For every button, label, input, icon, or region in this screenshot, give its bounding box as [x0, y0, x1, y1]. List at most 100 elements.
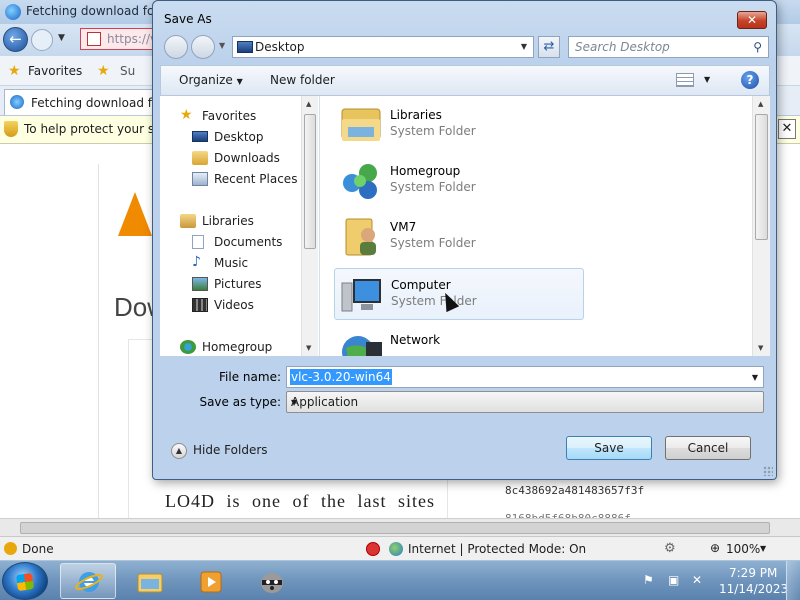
save-as-dialog: Save As ✕ ▼ Desktop ▼ ⇄ Search Desktop ⚲…: [152, 0, 777, 480]
chevron-up-icon: ▲: [171, 443, 187, 459]
file-item-homegroup[interactable]: Homegroup System Folder: [334, 155, 584, 207]
volume-muted-icon[interactable]: ✕: [692, 573, 706, 587]
breadcrumb-location[interactable]: Desktop: [255, 40, 305, 54]
search-icon[interactable]: ⚲: [753, 40, 762, 54]
search-input[interactable]: Search Desktop ⚲: [568, 36, 769, 58]
add-favorites-icon[interactable]: ★: [97, 63, 110, 79]
file-type: System Folder: [390, 180, 476, 194]
file-name: VM7: [390, 220, 417, 234]
taskbar-internet-explorer[interactable]: [60, 563, 116, 599]
chevron-down-icon[interactable]: ▼: [752, 373, 758, 382]
scrollbar-thumb[interactable]: [304, 114, 316, 249]
suggested-sites-link[interactable]: Su: [120, 64, 135, 78]
homegroup-icon: [338, 157, 384, 203]
save-button[interactable]: Save: [566, 436, 652, 460]
resize-grip[interactable]: [763, 466, 773, 476]
homegroup-icon: [180, 340, 196, 354]
back-button[interactable]: [164, 35, 188, 59]
tab-ie-icon: [10, 95, 24, 109]
zoom-icon: ⊕: [710, 541, 721, 555]
file-list-scrollbar[interactable]: ▲ ▼: [752, 96, 770, 356]
recent-places-icon: [192, 172, 208, 186]
navigation-pane-scrollbar[interactable]: ▲ ▼: [301, 96, 318, 356]
settings-icon[interactable]: ⚙: [664, 541, 676, 556]
user-folder-icon: [338, 213, 384, 259]
refresh-button[interactable]: ⇄: [538, 36, 560, 58]
hash-text-line-1: 8c438692a481483657f3f: [505, 484, 645, 497]
tab-fetching-download[interactable]: Fetching download for: [4, 89, 164, 115]
address-bar[interactable]: https://v: [80, 28, 158, 50]
file-item-libraries[interactable]: Libraries System Folder: [334, 99, 584, 151]
scroll-up-icon[interactable]: ▲: [306, 100, 311, 108]
clock-date[interactable]: 11/14/2023: [719, 582, 788, 596]
desktop-icon: [237, 41, 253, 53]
taskbar-raccoon-app[interactable]: [243, 563, 299, 599]
media-player-icon: [200, 571, 222, 593]
back-button[interactable]: ←: [3, 27, 28, 52]
change-view-icon[interactable]: [676, 73, 694, 87]
show-desktop-button[interactable]: [786, 561, 800, 600]
vlc-logo-icon: [118, 192, 152, 236]
windows-logo-icon: [15, 572, 35, 592]
close-information-bar-button[interactable]: ✕: [778, 119, 796, 139]
address-text: https://v: [107, 32, 158, 46]
security-zone[interactable]: Internet | Protected Mode: On: [408, 542, 586, 556]
ie-icon: [5, 4, 21, 20]
search-placeholder: Search Desktop: [575, 40, 670, 54]
views-dropdown-icon[interactable]: ▼: [704, 75, 710, 84]
file-name-field[interactable]: vlc-3.0.20-win64 ▼: [286, 366, 764, 388]
internet-explorer-icon: [75, 572, 103, 592]
hide-folders-button[interactable]: ▲ Hide Folders: [171, 441, 271, 461]
taskbar-windows-explorer[interactable]: [121, 563, 177, 599]
file-name: Libraries: [390, 108, 442, 122]
chevron-down-icon[interactable]: ▼: [291, 398, 758, 407]
scroll-down-icon[interactable]: ▼: [306, 344, 311, 352]
star-icon: ★: [180, 107, 193, 123]
documents-icon: [192, 235, 204, 249]
new-folder-button[interactable]: New folder: [270, 73, 335, 87]
network-icon: [338, 326, 384, 356]
recent-locations-dropdown[interactable]: ▼: [219, 41, 225, 50]
desktop-icon: [192, 131, 208, 142]
command-toolbar: Organize ▼ New folder ▼ ?: [160, 65, 770, 96]
chevron-down-icon[interactable]: ▼: [521, 42, 527, 51]
favorites-star-icon[interactable]: ★: [8, 63, 21, 79]
forward-button[interactable]: [31, 29, 53, 51]
zoom-level[interactable]: 100%: [726, 542, 760, 556]
horizontal-scrollbar-thumb[interactable]: [20, 522, 770, 534]
error-icon[interactable]: [366, 542, 380, 556]
close-button[interactable]: ✕: [737, 11, 767, 29]
music-icon: ♪: [192, 254, 201, 270]
pictures-icon: [192, 277, 208, 291]
breadcrumb[interactable]: Desktop ▼: [232, 36, 534, 58]
file-item-network[interactable]: Network: [334, 324, 584, 356]
information-bar-text: To help protect your sec: [24, 122, 169, 136]
network-icon[interactable]: ▣: [668, 573, 682, 587]
favorites-button[interactable]: Favorites: [28, 64, 82, 78]
forward-button[interactable]: [191, 35, 215, 59]
videos-icon: [192, 298, 208, 312]
start-button[interactable]: [2, 562, 48, 600]
file-item-computer[interactable]: Computer System Folder: [334, 268, 584, 320]
scrollbar-thumb[interactable]: [755, 114, 768, 240]
flag-icon[interactable]: ⚑: [643, 573, 657, 587]
page-icon: [87, 32, 101, 46]
cancel-button[interactable]: Cancel: [665, 436, 751, 460]
downloads-icon: [192, 151, 208, 165]
scroll-down-icon[interactable]: ▼: [758, 344, 763, 352]
horizontal-scrollbar[interactable]: [0, 518, 800, 536]
scroll-up-icon[interactable]: ▲: [758, 100, 763, 108]
taskbar-media-player[interactable]: [182, 563, 238, 599]
zoom-dropdown-icon[interactable]: ▼: [760, 544, 766, 553]
help-button[interactable]: ?: [741, 71, 759, 89]
file-type: System Folder: [390, 236, 476, 250]
clock-time[interactable]: 7:29 PM: [729, 566, 777, 580]
hide-folders-label: Hide Folders: [193, 443, 268, 457]
libraries-icon: [180, 214, 196, 228]
status-bar: Done Internet | Protected Mode: On ⚙ ⊕ 1…: [0, 536, 800, 560]
raccoon-icon: [261, 573, 283, 593]
recent-pages-dropdown[interactable]: ▼: [58, 33, 65, 43]
save-type-select[interactable]: Application ▼: [286, 391, 764, 413]
organize-button[interactable]: Organize ▼: [179, 73, 243, 87]
file-item-vm7[interactable]: VM7 System Folder: [334, 211, 584, 263]
